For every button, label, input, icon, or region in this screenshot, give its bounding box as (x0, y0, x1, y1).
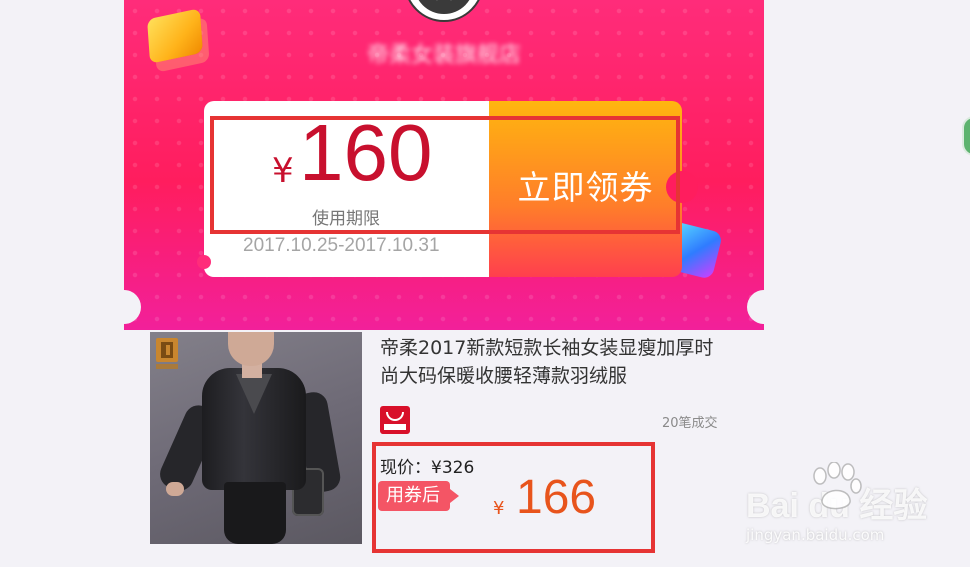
coupon-validity-dates: 2017.10.25-2017.10.31 (243, 235, 440, 256)
coupon-edge-cut (197, 255, 211, 269)
paw-watermark-icon (813, 462, 862, 510)
sales-count: 20笔成交 (662, 416, 718, 431)
side-toolbar-icon[interactable] (962, 116, 970, 156)
product-title[interactable]: 帝柔2017新款短款长袖女装显瘦加厚时尚大码保暖收腰轻薄款羽绒服 (380, 334, 730, 390)
tmall-shop-icon (380, 406, 410, 434)
model-figure (228, 332, 274, 366)
highlight-box-price (372, 442, 655, 553)
watermark-url: jingyan.baidu.com (746, 526, 885, 544)
shop-name[interactable]: 帝柔女装旗舰店 (124, 37, 764, 69)
shop-avatar-text: 帝柔 (414, 0, 474, 14)
product-image[interactable] (150, 332, 362, 544)
dress-graphic (224, 482, 286, 544)
highlight-box-coupon (210, 116, 680, 234)
banner-notch-right (747, 290, 781, 324)
brand-logo-caption (156, 364, 178, 369)
model-figure (166, 482, 184, 496)
brand-logo-icon (156, 338, 178, 362)
banner-notch-left (107, 290, 141, 324)
